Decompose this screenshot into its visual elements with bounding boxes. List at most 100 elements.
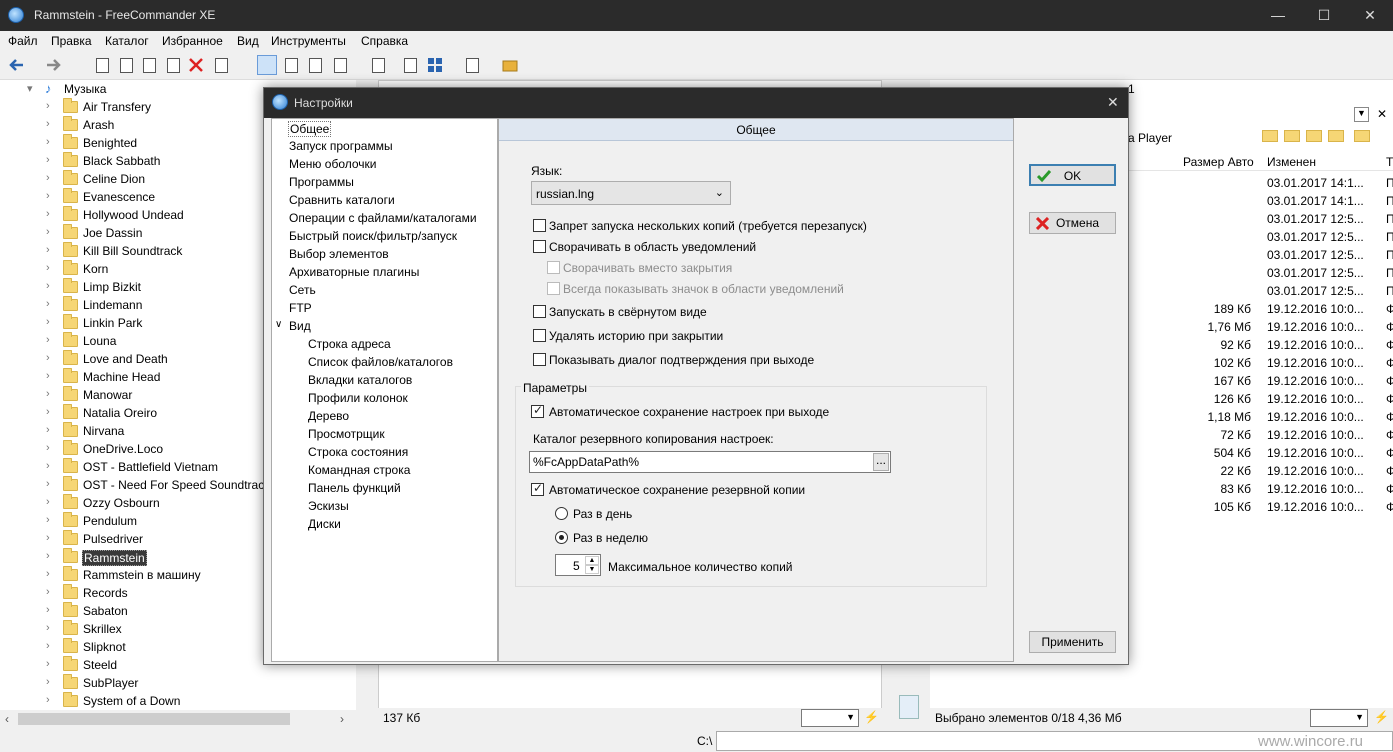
- duplicate-icon[interactable]: [139, 55, 159, 75]
- minimize-button[interactable]: —: [1255, 0, 1301, 31]
- sync-icon[interactable]: [462, 55, 482, 75]
- view-thumbs-icon[interactable]: [330, 55, 350, 75]
- cancel-button[interactable]: Отмена: [1029, 212, 1116, 234]
- view-tree-icon[interactable]: [257, 55, 277, 75]
- nav-subitem[interactable]: Диски: [308, 517, 341, 531]
- autosave-checkbox[interactable]: [531, 403, 544, 418]
- nav-item[interactable]: Общее: [288, 121, 332, 137]
- delete-icon[interactable]: [186, 55, 206, 75]
- right-tab-number[interactable]: 1: [1128, 82, 1135, 96]
- table-row[interactable]: 03.01.2017 12:5... П: [1128, 210, 1393, 228]
- nav-item[interactable]: Программы: [289, 175, 354, 189]
- table-row[interactable]: 105 Кб 19.12.2016 10:0... Ф: [1128, 498, 1393, 516]
- expand-icon[interactable]: ›: [46, 514, 50, 526]
- nav-subitem[interactable]: Профили колонок: [308, 391, 408, 405]
- expand-icon[interactable]: ›: [46, 640, 50, 652]
- nav-subitem[interactable]: Дерево: [308, 409, 349, 423]
- close-button[interactable]: ✕: [1347, 0, 1393, 31]
- menu-tools[interactable]: Инструменты: [271, 34, 346, 48]
- stepper-up-icon[interactable]: ▲: [585, 556, 599, 565]
- menu-view[interactable]: Вид: [237, 34, 259, 48]
- menu-file[interactable]: Файл: [8, 34, 38, 48]
- settings-nav-tree[interactable]: Общее Запуск программы Меню оболочки Програ…: [271, 118, 498, 662]
- menu-edit[interactable]: Правка: [51, 34, 92, 48]
- table-row[interactable]: 92 Кб 19.12.2016 10:0... Ф: [1128, 336, 1393, 354]
- view-list-icon[interactable]: [305, 55, 325, 75]
- nav-item[interactable]: Выбор элементов: [289, 247, 389, 261]
- expand-icon[interactable]: ›: [46, 388, 50, 400]
- expand-icon[interactable]: ›: [46, 568, 50, 580]
- forward-icon[interactable]: [44, 55, 64, 75]
- expand-icon[interactable]: ›: [46, 298, 50, 310]
- col-size[interactable]: Размер Авто: [1183, 155, 1254, 169]
- expand-icon[interactable]: ›: [46, 496, 50, 508]
- table-row[interactable]: 1,18 Мб 19.12.2016 10:0... Ф: [1128, 408, 1393, 426]
- scroll-left-icon[interactable]: ‹: [5, 712, 9, 726]
- option-checkbox[interactable]: [533, 305, 546, 318]
- menu-help[interactable]: Справка: [361, 34, 408, 48]
- expand-icon[interactable]: ›: [46, 658, 50, 670]
- radio-daily[interactable]: [555, 507, 568, 520]
- option-checkbox[interactable]: [533, 329, 546, 342]
- archive-icon[interactable]: [500, 55, 520, 75]
- nav-item[interactable]: Быстрый поиск/фильтр/запуск: [289, 229, 457, 243]
- recycle-bin-icon[interactable]: [899, 695, 919, 719]
- collapse-icon[interactable]: ∨: [275, 319, 282, 330]
- menu-favorites[interactable]: Избранное: [162, 34, 223, 48]
- nav-item[interactable]: Вид: [289, 319, 311, 333]
- expand-icon[interactable]: ›: [46, 190, 50, 202]
- expand-icon[interactable]: ›: [46, 370, 50, 382]
- expand-icon[interactable]: ›: [46, 604, 50, 616]
- expand-icon[interactable]: ›: [46, 208, 50, 220]
- expand-icon[interactable]: ›: [46, 100, 50, 112]
- stepper-down-icon[interactable]: ▼: [585, 565, 599, 574]
- table-row[interactable]: 03.01.2017 14:1... П: [1128, 192, 1393, 210]
- table-row[interactable]: 03.01.2017 12:5... П: [1128, 246, 1393, 264]
- expand-icon[interactable]: ›: [46, 172, 50, 184]
- tree-item[interactable]: › System of a Down: [0, 692, 356, 710]
- view-details-icon[interactable]: [281, 55, 301, 75]
- expand-icon[interactable]: ›: [46, 442, 50, 454]
- nav-item[interactable]: Архиваторные плагины: [289, 265, 419, 279]
- column-header[interactable]: Размер Авто Изменен Т: [1128, 151, 1393, 171]
- apply-button[interactable]: Применить: [1029, 631, 1116, 653]
- table-row[interactable]: 03.01.2017 12:5... П: [1128, 228, 1393, 246]
- table-row[interactable]: 72 Кб 19.12.2016 10:0... Ф: [1128, 426, 1393, 444]
- checklist-icon[interactable]: [400, 55, 420, 75]
- filter-icon[interactable]: ⚡: [864, 710, 879, 724]
- expand-icon[interactable]: ›: [46, 316, 50, 328]
- language-select[interactable]: russian.lng ⌄: [531, 181, 731, 205]
- scrollbar-thumb[interactable]: [18, 713, 290, 725]
- path-bar[interactable]: a Player: [1128, 131, 1172, 145]
- nav-item[interactable]: Меню оболочки: [289, 157, 376, 171]
- nav-item[interactable]: FTP: [289, 301, 312, 315]
- expand-icon[interactable]: ›: [46, 460, 50, 472]
- dialog-close-button[interactable]: ✕: [1107, 94, 1119, 111]
- ok-button[interactable]: OK: [1029, 164, 1116, 186]
- nav-item[interactable]: Операции с файлами/каталогами: [289, 211, 477, 225]
- nav-item[interactable]: Запуск программы: [289, 139, 393, 153]
- expand-icon[interactable]: ›: [46, 352, 50, 364]
- copy-icon[interactable]: [92, 55, 112, 75]
- option-checkbox[interactable]: [533, 219, 546, 232]
- paste-icon[interactable]: [163, 55, 183, 75]
- nav-subitem[interactable]: Командная строка: [308, 463, 410, 477]
- table-row[interactable]: 22 Кб 19.12.2016 10:0... Ф: [1128, 462, 1393, 480]
- maximize-button[interactable]: ☐: [1301, 0, 1347, 31]
- scroll-right-icon[interactable]: ›: [340, 712, 344, 726]
- table-row[interactable]: 03.01.2017 12:5... П: [1128, 264, 1393, 282]
- nav-subitem[interactable]: Список файлов/каталогов: [308, 355, 453, 369]
- nav-item[interactable]: Сеть: [289, 283, 316, 297]
- expand-icon[interactable]: ›: [46, 424, 50, 436]
- nav-subitem[interactable]: Просмотрщик: [308, 427, 385, 441]
- expand-icon[interactable]: ›: [46, 154, 50, 166]
- path-tools-icons[interactable]: [1262, 128, 1372, 146]
- nav-subitem[interactable]: Строка адреса: [308, 337, 391, 351]
- table-row[interactable]: 167 Кб 19.12.2016 10:0... Ф: [1128, 372, 1393, 390]
- table-row[interactable]: 504 Кб 19.12.2016 10:0... Ф: [1128, 444, 1393, 462]
- table-row[interactable]: 03.01.2017 12:5... П: [1128, 282, 1393, 300]
- move-icon[interactable]: [116, 55, 136, 75]
- nav-subitem[interactable]: Эскизы: [308, 499, 349, 513]
- table-row[interactable]: 1,76 Мб 19.12.2016 10:0... Ф: [1128, 318, 1393, 336]
- tree-item[interactable]: › SubPlayer: [0, 674, 356, 692]
